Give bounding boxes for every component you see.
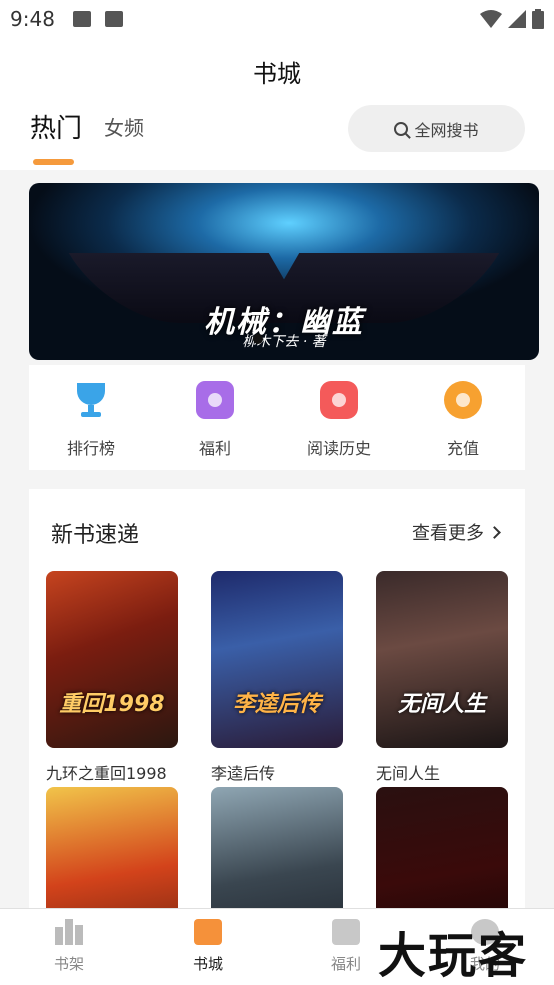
welfare-icon xyxy=(332,919,360,945)
quick-link-history[interactable]: 阅读历史 xyxy=(289,381,389,459)
book-title: 李逵后传 xyxy=(211,764,276,783)
wifi-icon xyxy=(480,10,502,28)
quick-link-label: 排行榜 xyxy=(66,439,115,458)
status-time: 9:48 xyxy=(10,7,55,31)
quick-links: 排行榜 福利 阅读历史 充值 xyxy=(29,365,525,470)
tab-indicator xyxy=(33,159,74,165)
book-title: 无间人生 xyxy=(376,764,441,783)
quick-link-label: 充值 xyxy=(446,439,479,458)
page-title: 书城 xyxy=(253,60,301,88)
banner-page-indicator xyxy=(253,334,263,344)
bookshelf-icon xyxy=(55,919,83,945)
history-icon xyxy=(320,381,358,419)
tab-female[interactable]: 女频 xyxy=(104,112,144,141)
search-button[interactable]: 全网搜书 xyxy=(348,105,525,152)
battery-icon xyxy=(532,9,544,29)
watermark: 大玩客 xyxy=(378,928,529,984)
search-label: 全网搜书 xyxy=(414,120,479,140)
book-cover: 重回1998 xyxy=(46,571,178,748)
section-title: 新书速递 xyxy=(51,523,140,548)
search-icon xyxy=(394,121,409,136)
nav-label: 书城 xyxy=(192,955,223,973)
book-card[interactable]: 李逵后传 李逵后传 xyxy=(211,571,343,784)
banner[interactable]: 机械：幽蓝 柳木下去 · 著 xyxy=(29,183,539,360)
signal-icon xyxy=(508,10,526,28)
quick-link-label: 福利 xyxy=(198,439,231,458)
cover-title: 重回1998 xyxy=(59,692,165,717)
banner-author: 柳木下去 · 著 xyxy=(242,334,326,350)
trophy-icon xyxy=(72,381,110,419)
recharge-icon xyxy=(444,381,482,419)
nav-label: 书架 xyxy=(53,955,84,973)
bookstore-icon xyxy=(194,919,222,945)
nav-bookstore[interactable]: 书城 xyxy=(168,919,248,974)
quick-link-welfare[interactable]: 福利 xyxy=(165,381,265,459)
new-books-section: 新书速递 查看更多 重回1998 九环之重回1998 李逵后传 李逵后传 无间人… xyxy=(29,489,525,964)
book-card[interactable]: 无间人生 无间人生 xyxy=(376,571,508,784)
cover-title: 李逵后传 xyxy=(232,692,321,717)
app-notification-icon xyxy=(104,11,123,27)
nav-welfare[interactable]: 福利 xyxy=(306,919,386,974)
book-cover: 无间人生 xyxy=(376,571,508,748)
book-title: 九环之重回1998 xyxy=(46,764,167,783)
book-cover: 李逵后传 xyxy=(211,571,343,748)
more-button[interactable]: 查看更多 xyxy=(412,519,501,545)
quick-link-label: 阅读历史 xyxy=(306,439,371,458)
cover-title: 无间人生 xyxy=(397,692,486,717)
gift-icon xyxy=(196,381,234,419)
header: 书城 热门 女频 全网搜书 xyxy=(0,38,554,170)
chevron-right-icon xyxy=(488,525,501,539)
quick-link-recharge[interactable]: 充值 xyxy=(413,381,513,459)
book-card[interactable]: 重回1998 九环之重回1998 xyxy=(46,571,178,784)
nav-bookshelf[interactable]: 书架 xyxy=(29,919,109,974)
tab-hot[interactable]: 热门 xyxy=(30,108,82,145)
status-bar: 9:48 xyxy=(0,0,554,38)
more-label: 查看更多 xyxy=(412,523,484,544)
quick-link-rank[interactable]: 排行榜 xyxy=(41,381,141,459)
nav-label: 福利 xyxy=(330,955,361,973)
image-notification-icon xyxy=(72,11,91,27)
